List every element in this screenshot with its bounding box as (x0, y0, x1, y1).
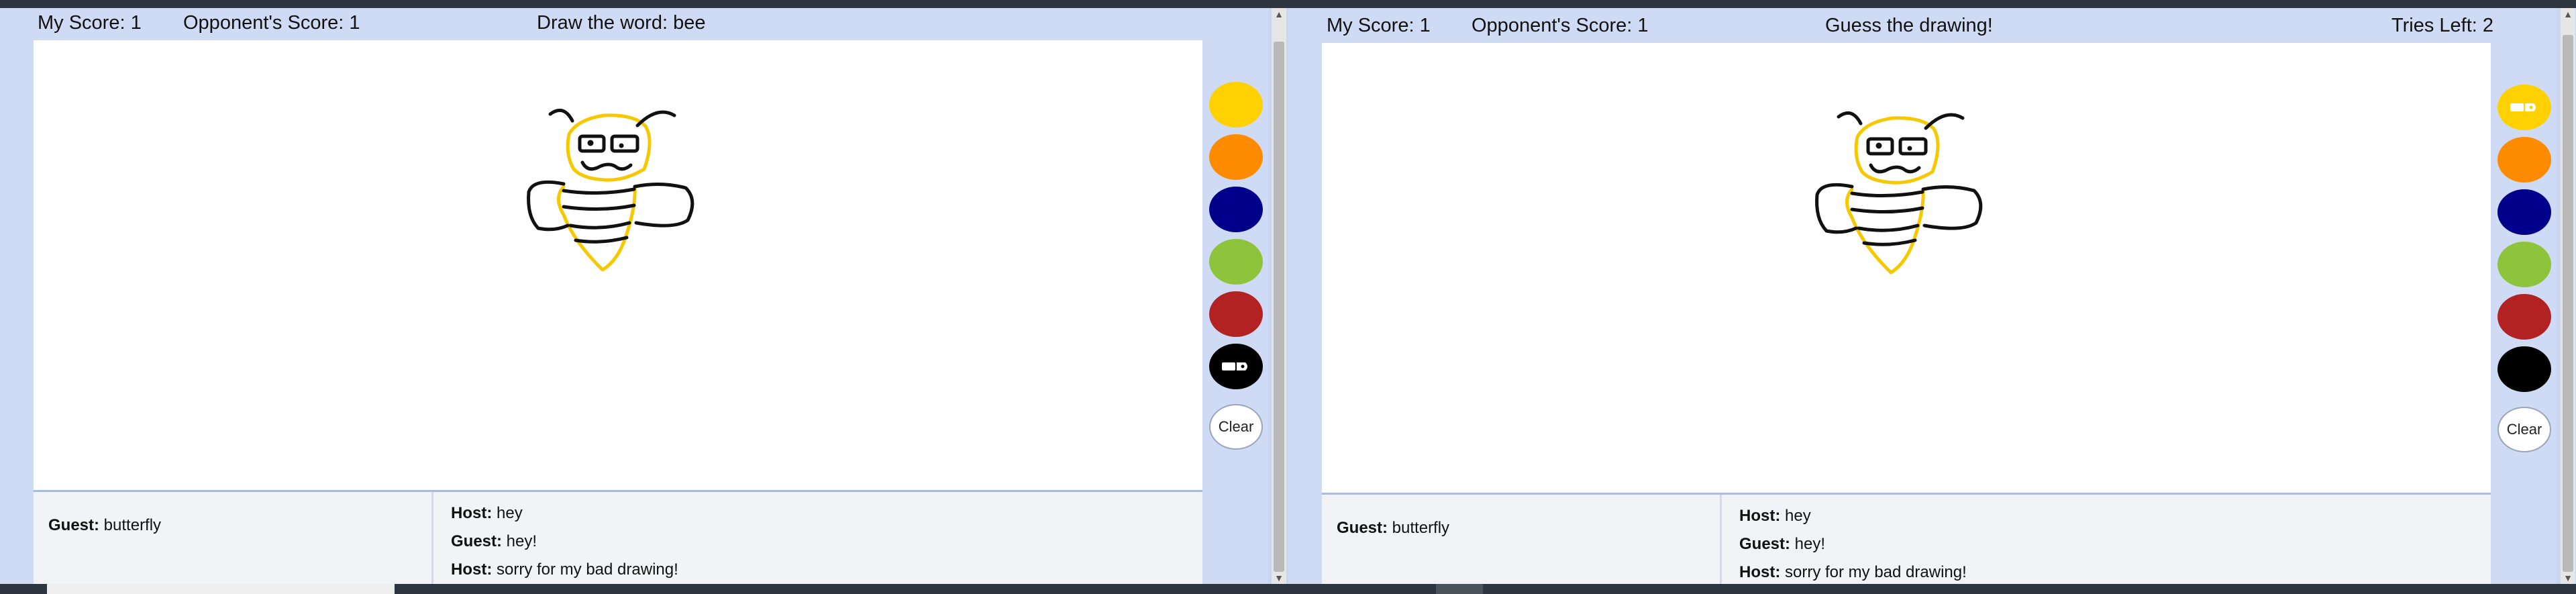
guess-log: Guest: butterfly (1337, 495, 1712, 584)
guess-prompt: Guess the drawing! (1825, 15, 1993, 36)
chat-divider (431, 492, 433, 584)
guess-log: Guest: butterfly (48, 492, 424, 584)
guess-item: Guest: butterfly (1337, 519, 1450, 537)
chat-divider (1720, 495, 1722, 584)
color-swatch-black[interactable] (1209, 344, 1263, 389)
chat-message: Host: sorry for my bad drawing! (451, 560, 678, 579)
arrow-down-icon[interactable]: ▼ (2561, 572, 2575, 584)
taskbar-segment (1436, 584, 1483, 594)
drawing-canvas (1322, 43, 2491, 495)
left-scrollbar[interactable]: ▲ ▼ (1272, 8, 1286, 584)
my-score: My Score: 1 (1327, 15, 1431, 36)
drawing-canvas[interactable] (34, 40, 1202, 492)
color-swatch-yellow[interactable] (2497, 85, 2551, 130)
message-log: Host: hey Guest: hey! Host: sorry for my… (451, 492, 1189, 584)
chat-message: Host: hey (451, 504, 523, 522)
color-swatch-orange[interactable] (1209, 134, 1263, 180)
host-game-panel: My Score: 1 Opponent's Score: 1 Draw the… (0, 8, 1268, 584)
eraser-icon (1222, 362, 1247, 370)
eraser-icon (2510, 103, 2536, 111)
clear-button[interactable]: Clear (2497, 407, 2551, 452)
chat-area: Guest: butterfly Host: hey Guest: hey! H… (34, 492, 1202, 584)
color-swatch-yellow[interactable] (1209, 82, 1263, 128)
score-bar: My Score: 1 Opponent's Score: 1 Draw the… (0, 8, 1268, 39)
chat-message: Host: hey (1739, 507, 1811, 525)
chat-message: Guest: hey! (451, 532, 537, 550)
draw-prompt: Draw the word: bee (537, 12, 706, 34)
color-swatch-navy[interactable] (2497, 189, 2551, 235)
color-swatch-green[interactable] (2497, 242, 2551, 287)
scroll-thumb[interactable] (1274, 42, 1284, 572)
color-swatch-red[interactable] (2497, 294, 2551, 340)
arrow-down-icon[interactable]: ▼ (1272, 572, 1286, 584)
tries-left: Tries Left: 2 (2391, 15, 2494, 36)
opponent-score: Opponent's Score: 1 (183, 12, 360, 34)
chat-message: Host: sorry for my bad drawing! (1739, 563, 1967, 581)
color-swatch-red[interactable] (1209, 291, 1263, 337)
bee-drawing (527, 108, 694, 272)
arrow-up-icon[interactable]: ▲ (1272, 8, 1286, 20)
right-scrollbar[interactable]: ▲ ▼ (2561, 8, 2575, 584)
bee-drawing (1815, 111, 1983, 275)
window-bottom-strip (0, 584, 2576, 594)
guest-game-panel: My Score: 1 Opponent's Score: 1 Guess th… (1288, 8, 2557, 584)
my-score: My Score: 1 (38, 12, 142, 34)
color-swatch-black[interactable] (2497, 346, 2551, 392)
scroll-thumb[interactable] (2563, 35, 2573, 572)
color-palette: Clear (1197, 40, 1268, 490)
color-swatch-orange[interactable] (2497, 137, 2551, 183)
guess-item: Guest: butterfly (48, 516, 162, 534)
taskbar-segment (47, 584, 395, 594)
window-top-strip (0, 0, 2576, 8)
color-palette: Clear (2485, 43, 2557, 493)
color-swatch-green[interactable] (1209, 239, 1263, 285)
chat-message: Guest: hey! (1739, 535, 1826, 553)
opponent-score: Opponent's Score: 1 (1472, 15, 1649, 36)
message-log: Host: hey Guest: hey! Host: sorry for my… (1739, 495, 2477, 584)
clear-button[interactable]: Clear (1209, 404, 1263, 450)
color-swatch-navy[interactable] (1209, 187, 1263, 232)
chat-area: Guest: butterfly Host: hey Guest: hey! H… (1322, 495, 2491, 584)
arrow-up-icon[interactable]: ▲ (2561, 8, 2575, 20)
score-bar: My Score: 1 Opponent's Score: 1 Guess th… (1288, 8, 2557, 39)
